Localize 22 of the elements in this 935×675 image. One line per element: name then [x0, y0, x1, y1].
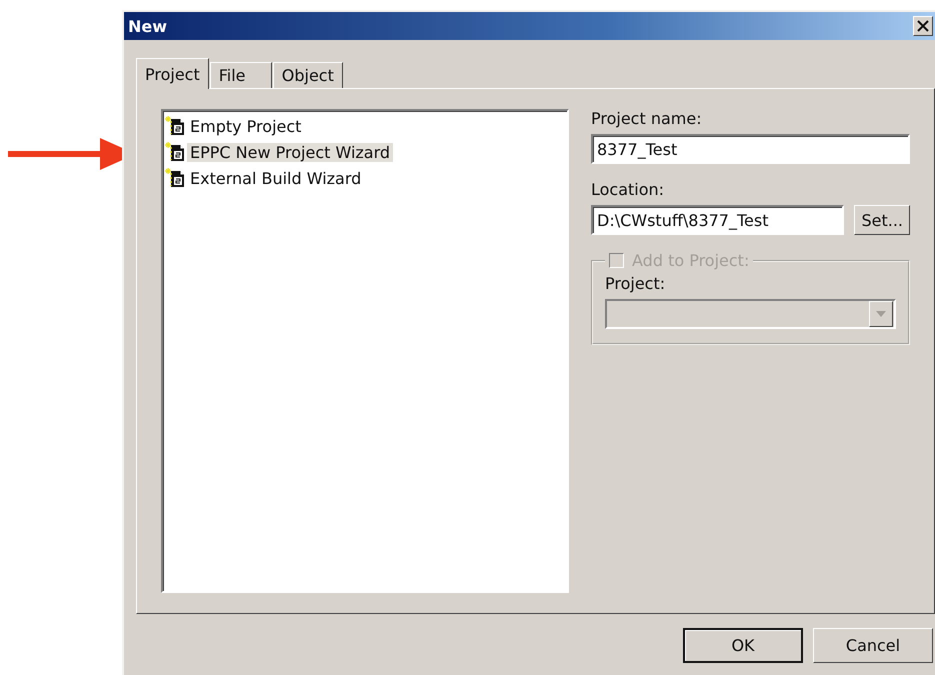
list-item[interactable]: Empty Project: [187, 116, 304, 136]
tab[interactable]: Project: [136, 58, 209, 89]
tab[interactable]: File: [210, 62, 272, 88]
close-icon: [917, 20, 929, 32]
dropdown-arrow-icon: [876, 311, 886, 317]
dialog-button[interactable]: OK: [683, 628, 803, 663]
close-button[interactable]: [913, 16, 933, 36]
project-file-icon: [165, 168, 187, 188]
project-file-icon: [165, 116, 187, 136]
list-item[interactable]: EPPC New Project Wizard: [187, 142, 394, 162]
field-label: Location:: [591, 180, 666, 199]
set-button[interactable]: Set...: [854, 205, 910, 235]
field-label: Project:: [605, 274, 666, 293]
list-item[interactable]: External Build Wizard: [187, 168, 364, 188]
location-field[interactable]: D:\CWstuff\8377_Test: [591, 205, 844, 235]
window-title: New: [128, 16, 168, 36]
tab[interactable]: Object: [272, 62, 343, 88]
dialog-button[interactable]: Cancel: [813, 628, 933, 663]
project-name-field[interactable]: 8377_Test: [591, 134, 910, 164]
field-label: Project name:: [591, 109, 703, 128]
project-dropdown[interactable]: [605, 299, 896, 329]
project-file-icon: [165, 142, 187, 162]
